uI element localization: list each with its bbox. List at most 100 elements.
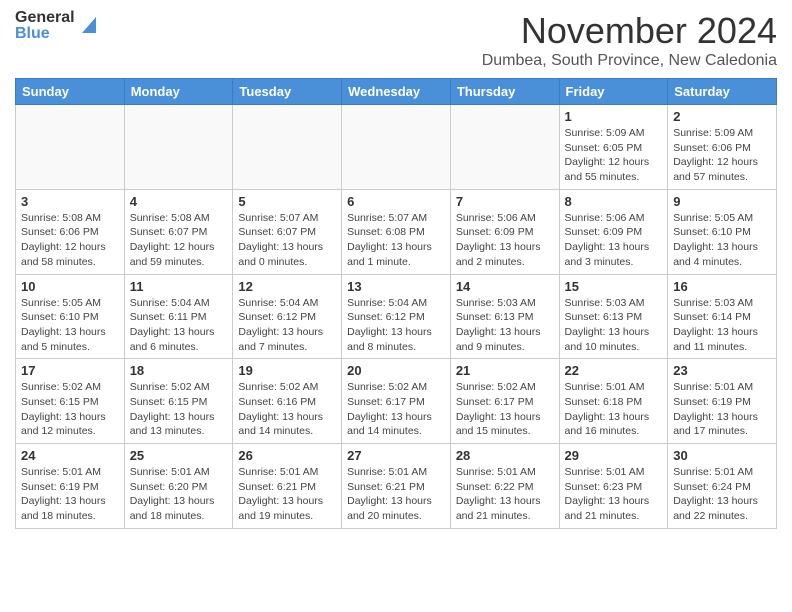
calendar-cell: 5Sunrise: 5:07 AM Sunset: 6:07 PM Daylig… [233, 189, 342, 274]
day-info: Sunrise: 5:02 AM Sunset: 6:15 PM Dayligh… [130, 380, 228, 439]
page: General Blue November 2024 Dumbea, South… [0, 0, 792, 539]
day-number: 7 [456, 194, 554, 209]
day-info: Sunrise: 5:04 AM Sunset: 6:11 PM Dayligh… [130, 296, 228, 355]
calendar-week-0: 1Sunrise: 5:09 AM Sunset: 6:05 PM Daylig… [16, 105, 777, 190]
day-info: Sunrise: 5:06 AM Sunset: 6:09 PM Dayligh… [565, 211, 663, 270]
day-info: Sunrise: 5:01 AM Sunset: 6:21 PM Dayligh… [347, 465, 445, 524]
col-wednesday: Wednesday [342, 79, 451, 105]
calendar-cell: 4Sunrise: 5:08 AM Sunset: 6:07 PM Daylig… [124, 189, 233, 274]
col-friday: Friday [559, 79, 668, 105]
day-number: 21 [456, 363, 554, 378]
day-info: Sunrise: 5:03 AM Sunset: 6:13 PM Dayligh… [456, 296, 554, 355]
calendar-cell: 20 Sunrise: 5:02 AM Sunset: 6:17 PM Dayli… [342, 359, 451, 444]
col-monday: Monday [124, 79, 233, 105]
day-number: 11 [130, 279, 228, 294]
calendar-cell: 8Sunrise: 5:06 AM Sunset: 6:09 PM Daylig… [559, 189, 668, 274]
calendar-table: Sunday Monday Tuesday Wednesday Thursday… [15, 78, 777, 529]
day-info: Sunrise: 5:02 AM Sunset: 6:16 PM Dayligh… [238, 380, 336, 439]
day-info: Sunrise: 5:01 AM Sunset: 6:19 PM Dayligh… [21, 465, 119, 524]
calendar-cell: 12 Sunrise: 5:04 AM Sunset: 6:12 PM Dayli… [233, 274, 342, 359]
day-number: 23 [673, 363, 771, 378]
day-number: 14 [456, 279, 554, 294]
day-info: Sunrise: 5:07 AM Sunset: 6:07 PM Dayligh… [238, 211, 336, 270]
header: General Blue November 2024 Dumbea, South… [15, 10, 777, 70]
calendar-cell: 9 Sunrise: 5:05 AM Sunset: 6:10 PM Daylig… [668, 189, 777, 274]
day-number: 17 [21, 363, 119, 378]
day-number: 27 [347, 448, 445, 463]
day-info: Sunrise: 5:01 AM Sunset: 6:24 PM Dayligh… [673, 465, 771, 524]
calendar-cell: 22 Sunrise: 5:01 AM Sunset: 6:18 PM Dayli… [559, 359, 668, 444]
day-number: 10 [21, 279, 119, 294]
calendar-cell [450, 105, 559, 190]
day-info: Sunrise: 5:01 AM Sunset: 6:18 PM Dayligh… [565, 380, 663, 439]
calendar-cell: 17 Sunrise: 5:02 AM Sunset: 6:15 PM Dayli… [16, 359, 125, 444]
calendar-week-4: 24 Sunrise: 5:01 AM Sunset: 6:19 PM Dayli… [16, 444, 777, 529]
calendar-cell: 19 Sunrise: 5:02 AM Sunset: 6:16 PM Dayli… [233, 359, 342, 444]
calendar-cell: 1Sunrise: 5:09 AM Sunset: 6:05 PM Daylig… [559, 105, 668, 190]
logo: General Blue [15, 10, 100, 42]
calendar-cell: 24 Sunrise: 5:01 AM Sunset: 6:19 PM Dayli… [16, 444, 125, 529]
day-number: 26 [238, 448, 336, 463]
col-saturday: Saturday [668, 79, 777, 105]
day-info: Sunrise: 5:06 AM Sunset: 6:09 PM Dayligh… [456, 211, 554, 270]
col-sunday: Sunday [16, 79, 125, 105]
calendar-cell: 13 Sunrise: 5:04 AM Sunset: 6:12 PM Dayli… [342, 274, 451, 359]
day-info: Sunrise: 5:01 AM Sunset: 6:19 PM Dayligh… [673, 380, 771, 439]
calendar-cell: 11 Sunrise: 5:04 AM Sunset: 6:11 PM Dayli… [124, 274, 233, 359]
day-info: Sunrise: 5:02 AM Sunset: 6:17 PM Dayligh… [456, 380, 554, 439]
day-info: Sunrise: 5:03 AM Sunset: 6:14 PM Dayligh… [673, 296, 771, 355]
calendar-header-row: Sunday Monday Tuesday Wednesday Thursday… [16, 79, 777, 105]
title-section: November 2024 Dumbea, South Province, Ne… [482, 10, 777, 70]
calendar-cell: 25Sunrise: 5:01 AM Sunset: 6:20 PM Dayli… [124, 444, 233, 529]
logo-text: General Blue [15, 10, 75, 42]
calendar-week-2: 10 Sunrise: 5:05 AM Sunset: 6:10 PM Dayli… [16, 274, 777, 359]
day-info: Sunrise: 5:05 AM Sunset: 6:10 PM Dayligh… [21, 296, 119, 355]
day-number: 24 [21, 448, 119, 463]
day-number: 18 [130, 363, 228, 378]
day-number: 3 [21, 194, 119, 209]
calendar-cell: 30 Sunrise: 5:01 AM Sunset: 6:24 PM Dayli… [668, 444, 777, 529]
calendar-cell [124, 105, 233, 190]
day-number: 13 [347, 279, 445, 294]
day-number: 20 [347, 363, 445, 378]
calendar-cell [16, 105, 125, 190]
day-info: Sunrise: 5:04 AM Sunset: 6:12 PM Dayligh… [347, 296, 445, 355]
day-number: 22 [565, 363, 663, 378]
day-info: Sunrise: 5:08 AM Sunset: 6:07 PM Dayligh… [130, 211, 228, 270]
calendar-cell: 10 Sunrise: 5:05 AM Sunset: 6:10 PM Dayli… [16, 274, 125, 359]
logo-general: General [15, 10, 75, 26]
day-info: Sunrise: 5:01 AM Sunset: 6:22 PM Dayligh… [456, 465, 554, 524]
calendar-cell [233, 105, 342, 190]
calendar-cell: 6Sunrise: 5:07 AM Sunset: 6:08 PM Daylig… [342, 189, 451, 274]
col-thursday: Thursday [450, 79, 559, 105]
calendar-cell: 27 Sunrise: 5:01 AM Sunset: 6:21 PM Dayli… [342, 444, 451, 529]
day-number: 12 [238, 279, 336, 294]
day-info: Sunrise: 5:08 AM Sunset: 6:06 PM Dayligh… [21, 211, 119, 270]
calendar-cell: 16 Sunrise: 5:03 AM Sunset: 6:14 PM Dayli… [668, 274, 777, 359]
calendar-cell: 28 Sunrise: 5:01 AM Sunset: 6:22 PM Dayli… [450, 444, 559, 529]
day-number: 16 [673, 279, 771, 294]
day-info: Sunrise: 5:05 AM Sunset: 6:10 PM Dayligh… [673, 211, 771, 270]
day-number: 19 [238, 363, 336, 378]
day-number: 15 [565, 279, 663, 294]
calendar-week-3: 17 Sunrise: 5:02 AM Sunset: 6:15 PM Dayli… [16, 359, 777, 444]
calendar-cell: 26 Sunrise: 5:01 AM Sunset: 6:21 PM Dayli… [233, 444, 342, 529]
day-number: 9 [673, 194, 771, 209]
day-number: 29 [565, 448, 663, 463]
day-info: Sunrise: 5:02 AM Sunset: 6:17 PM Dayligh… [347, 380, 445, 439]
day-info: Sunrise: 5:01 AM Sunset: 6:21 PM Dayligh… [238, 465, 336, 524]
day-info: Sunrise: 5:03 AM Sunset: 6:13 PM Dayligh… [565, 296, 663, 355]
day-number: 28 [456, 448, 554, 463]
day-number: 30 [673, 448, 771, 463]
calendar-cell: 2Sunrise: 5:09 AM Sunset: 6:06 PM Daylig… [668, 105, 777, 190]
day-info: Sunrise: 5:02 AM Sunset: 6:15 PM Dayligh… [21, 380, 119, 439]
logo-blue: Blue [15, 26, 75, 42]
location: Dumbea, South Province, New Caledonia [482, 52, 777, 70]
logo-icon [78, 13, 100, 40]
day-number: 1 [565, 109, 663, 124]
calendar-cell: 15 Sunrise: 5:03 AM Sunset: 6:13 PM Dayli… [559, 274, 668, 359]
day-info: Sunrise: 5:04 AM Sunset: 6:12 PM Dayligh… [238, 296, 336, 355]
col-tuesday: Tuesday [233, 79, 342, 105]
calendar-cell: 7 Sunrise: 5:06 AM Sunset: 6:09 PM Daylig… [450, 189, 559, 274]
calendar-cell: 29Sunrise: 5:01 AM Sunset: 6:23 PM Dayli… [559, 444, 668, 529]
